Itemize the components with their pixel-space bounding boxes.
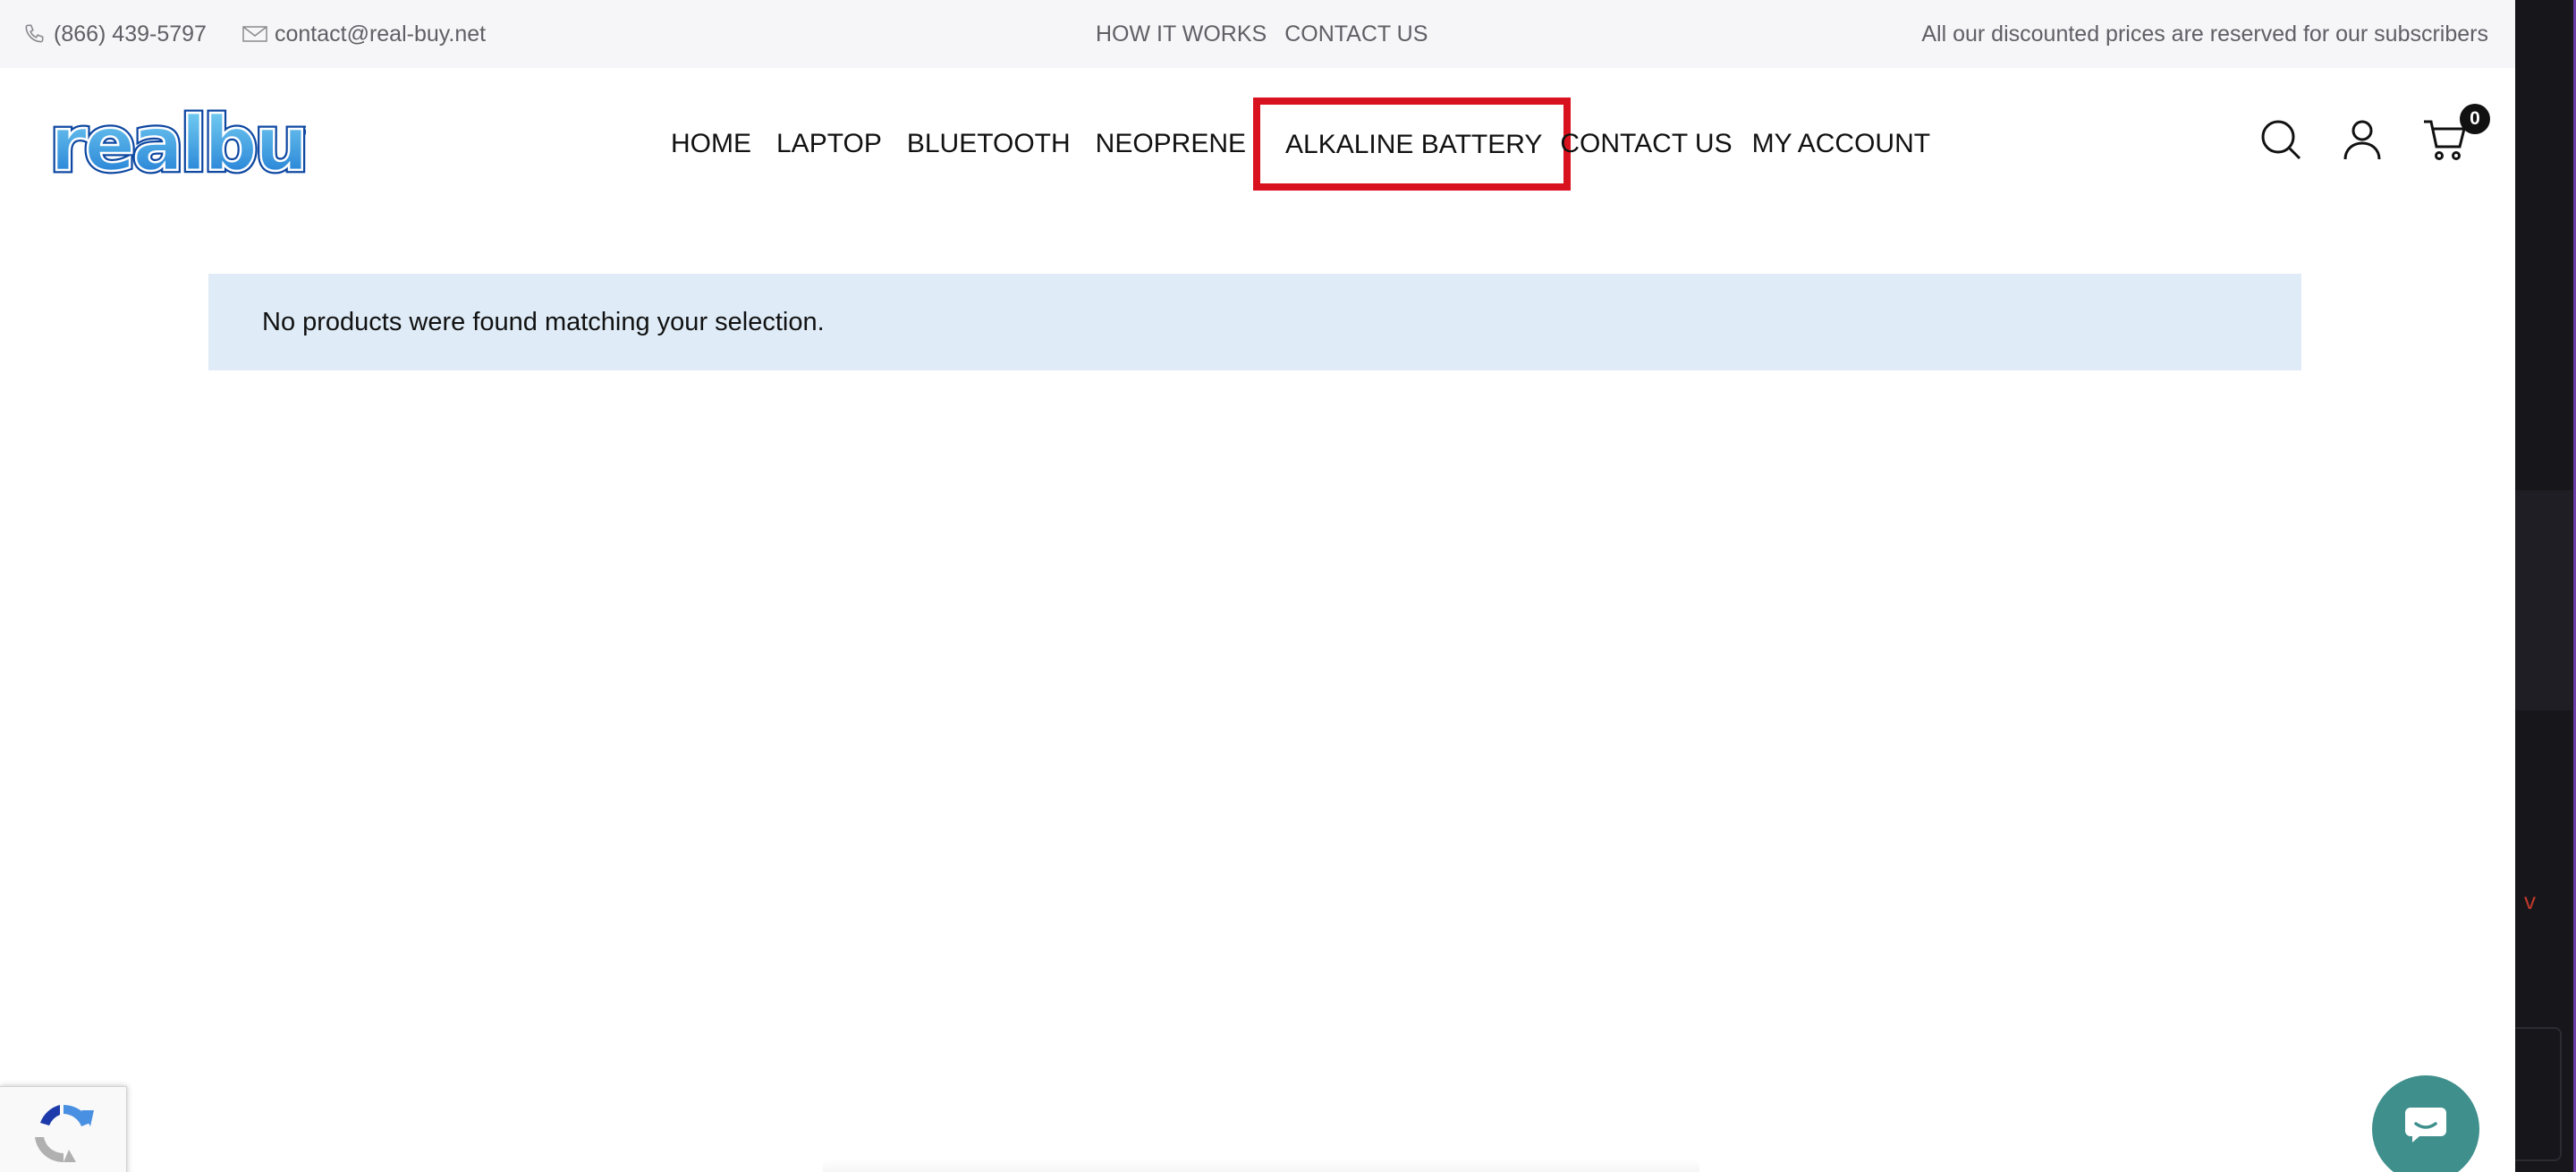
search-icon — [2261, 120, 2301, 160]
nav-laptop[interactable]: LAPTOP — [776, 129, 882, 159]
nav-my-account[interactable]: MY ACCOUNT — [1752, 129, 1930, 159]
phone-icon — [25, 24, 44, 43]
subscriber-promo: All our discounted prices are reserved f… — [1921, 21, 2488, 47]
nav-bluetooth[interactable]: BLUETOOTH — [907, 129, 1071, 159]
page: (866) 439-5797 contact@real-buy.net HOW … — [0, 0, 2515, 1172]
nav-neoprene[interactable]: NEOPRENE — [1096, 129, 1246, 159]
background-glyph: v — [2524, 887, 2536, 914]
nav-home[interactable]: HOME — [671, 129, 751, 159]
top-bar-contacts: (866) 439-5797 contact@real-buy.net — [23, 0, 521, 68]
notice-text: No products were found matching your sel… — [262, 307, 825, 336]
site-logo[interactable]: realbuy realbuy — [47, 98, 360, 192]
recaptcha-icon — [34, 1104, 94, 1163]
chat-button[interactable] — [2372, 1075, 2479, 1172]
how-it-works-link[interactable]: HOW IT WORKS — [1096, 21, 1267, 47]
main-nav: HOME LAPTOP BLUETOOTH NEOPRENE ALKALINE … — [671, 68, 1955, 220]
bottom-shadow — [823, 1159, 1699, 1172]
mail-icon — [242, 26, 267, 42]
no-products-notice: No products were found matching your sel… — [208, 274, 2301, 370]
phone-number: (866) 439-5797 — [54, 21, 207, 47]
cart-button[interactable]: 0 — [2422, 104, 2490, 166]
nav-alkaline-battery[interactable]: ALKALINE BATTERY — [1253, 98, 1572, 191]
recaptcha-badge[interactable] — [0, 1086, 127, 1172]
cart-count-badge: 0 — [2460, 104, 2490, 134]
top-bar: (866) 439-5797 contact@real-buy.net HOW … — [0, 0, 2515, 68]
top-contact-us-link[interactable]: CONTACT US — [1284, 21, 1428, 47]
header-actions: 0 — [2259, 104, 2508, 166]
search-button[interactable] — [2259, 118, 2302, 166]
site-header: realbuy realbuy HOME LAPTOP BLUETOOTH NE… — [0, 68, 2515, 220]
background-window-edge: v — [2515, 0, 2576, 1172]
account-button[interactable] — [2343, 119, 2381, 165]
svg-text:realbuy: realbuy — [50, 102, 306, 188]
chat-bubble-icon — [2405, 1108, 2446, 1142]
background-box — [2515, 1027, 2562, 1161]
top-bar-links: HOW IT WORKS CONTACT US — [1096, 0, 1445, 68]
account-icon — [2343, 120, 2381, 160]
nav-contact-us[interactable]: CONTACT US — [1560, 129, 1732, 159]
email-address: contact@real-buy.net — [274, 21, 487, 47]
phone-link[interactable]: (866) 439-5797 — [23, 21, 207, 47]
realbuy-logo: realbuy realbuy — [47, 98, 360, 191]
background-panel — [2515, 490, 2572, 710]
email-link[interactable]: contact@real-buy.net — [242, 21, 486, 47]
